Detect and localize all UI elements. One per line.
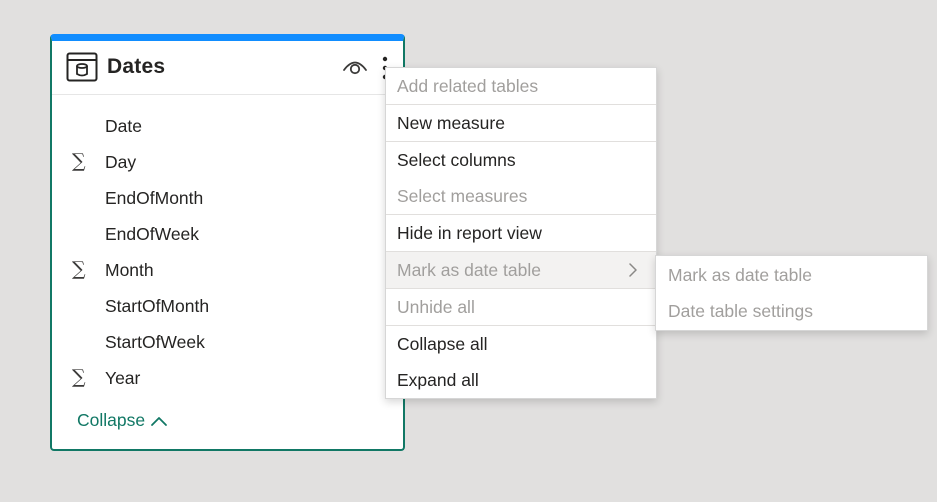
- table-icon: [66, 52, 98, 82]
- field-row[interactable]: Date: [52, 108, 403, 144]
- date-table-submenu: Mark as date table Date table settings: [655, 255, 928, 331]
- field-name: StartOfMonth: [105, 296, 210, 316]
- field-name: Day: [105, 152, 137, 172]
- sum-icon: ∑: [72, 150, 86, 172]
- field-name: Year: [105, 368, 141, 388]
- field-row[interactable]: StartOfMonth: [52, 288, 403, 324]
- field-list: Date ∑ Day EndOfMonth EndOfWeek ∑ Month …: [52, 108, 403, 396]
- field-name: EndOfMonth: [105, 188, 204, 208]
- eye-icon[interactable]: [342, 57, 368, 77]
- field-row[interactable]: ∑ Month: [52, 252, 403, 288]
- context-menu: Add related tables New measure Select co…: [385, 67, 657, 399]
- menu-item-collapse-all[interactable]: Collapse all: [386, 326, 656, 362]
- submenu-item-date-table-settings[interactable]: Date table settings: [656, 293, 927, 329]
- table-card-header[interactable]: Dates: [52, 41, 403, 95]
- table-card-dates[interactable]: Dates Date ∑ Day EndOfMonth EndOfWeek ∑ …: [50, 34, 405, 451]
- sum-icon: ∑: [72, 258, 86, 280]
- field-row[interactable]: StartOfWeek: [52, 324, 403, 360]
- chevron-right-icon: [629, 263, 637, 277]
- menu-item-hide-in-report-view[interactable]: Hide in report view: [386, 215, 656, 251]
- menu-item-label: Mark as date table: [397, 260, 541, 280]
- menu-item-mark-as-date-table[interactable]: Mark as date table: [386, 252, 656, 288]
- field-row[interactable]: EndOfMonth: [52, 180, 403, 216]
- menu-item-select-measures[interactable]: Select measures: [386, 178, 656, 214]
- menu-item-select-columns[interactable]: Select columns: [386, 142, 656, 178]
- menu-item-new-measure[interactable]: New measure: [386, 105, 656, 141]
- menu-item-unhide-all[interactable]: Unhide all: [386, 289, 656, 325]
- field-name: EndOfWeek: [105, 224, 200, 244]
- sum-icon: ∑: [72, 366, 86, 388]
- field-name: Date: [105, 116, 142, 136]
- menu-item-expand-all[interactable]: Expand all: [386, 362, 656, 398]
- submenu-item-mark-as-date-table[interactable]: Mark as date table: [656, 257, 927, 293]
- menu-item-add-related-tables[interactable]: Add related tables: [386, 68, 656, 104]
- collapse-button[interactable]: Collapse: [77, 410, 168, 431]
- chevron-up-icon: [151, 416, 168, 426]
- field-row[interactable]: ∑ Day: [52, 144, 403, 180]
- field-name: Month: [105, 260, 154, 280]
- field-row[interactable]: ∑ Year: [52, 360, 403, 396]
- collapse-label: Collapse: [77, 410, 146, 430]
- table-title: Dates: [107, 55, 166, 78]
- field-name: StartOfWeek: [105, 332, 205, 352]
- field-row[interactable]: EndOfWeek: [52, 216, 403, 252]
